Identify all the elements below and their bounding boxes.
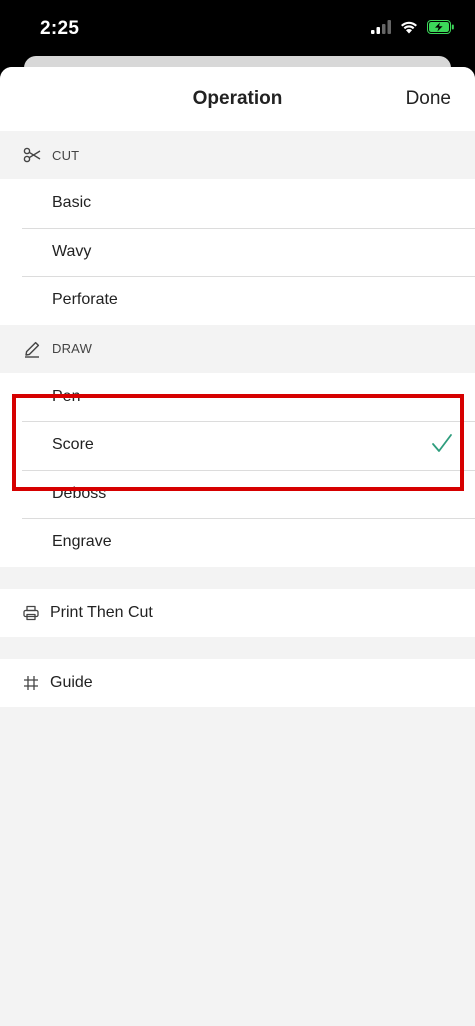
guide-option[interactable]: Guide xyxy=(0,658,475,707)
draw-options-list: Pen Score Deboss Engrave xyxy=(0,372,475,567)
status-icons xyxy=(371,20,455,39)
section-spacer xyxy=(0,566,475,589)
option-label: Print Then Cut xyxy=(50,603,153,621)
option-label: Perforate xyxy=(52,291,118,309)
option-label: Deboss xyxy=(52,484,107,502)
section-header-label: CUT xyxy=(52,147,80,163)
page-title: Operation xyxy=(192,88,283,109)
grid-hash-icon xyxy=(22,674,40,692)
section-header-draw: DRAW xyxy=(0,324,475,373)
scissors-icon xyxy=(22,145,42,165)
checkmark-icon xyxy=(431,433,453,460)
operation-sheet: Operation Done CUT Basic Wavy Perforate xyxy=(0,67,475,1026)
done-button[interactable]: Done xyxy=(406,88,451,110)
option-label: Engrave xyxy=(52,533,112,551)
cut-option-perforate[interactable]: Perforate xyxy=(0,276,475,325)
navigation-bar: Operation Done xyxy=(0,67,475,131)
option-label: Score xyxy=(52,436,94,454)
signal-icon xyxy=(371,20,391,39)
option-label: Wavy xyxy=(52,242,92,260)
battery-charging-icon xyxy=(427,20,455,39)
cut-option-wavy[interactable]: Wavy xyxy=(0,227,475,277)
status-bar: 2:25 xyxy=(0,0,475,60)
draw-option-pen[interactable]: Pen xyxy=(0,373,475,422)
draw-option-deboss[interactable]: Deboss xyxy=(0,469,475,519)
pen-icon xyxy=(22,339,42,359)
section-header-label: DRAW xyxy=(52,341,93,356)
status-time: 2:25 xyxy=(40,18,80,39)
option-label: Pen xyxy=(52,387,81,405)
draw-option-engrave[interactable]: Engrave xyxy=(0,518,475,567)
wifi-icon xyxy=(399,20,419,39)
cut-options-list: Basic Wavy Perforate xyxy=(0,179,475,325)
section-header-cut: CUT xyxy=(0,131,475,179)
cut-option-basic[interactable]: Basic xyxy=(0,179,475,228)
print-then-cut-option[interactable]: Print Then Cut xyxy=(0,588,475,637)
option-label: Basic xyxy=(52,194,92,212)
printer-icon xyxy=(22,604,40,622)
option-label: Guide xyxy=(50,673,93,691)
draw-option-score[interactable]: Score xyxy=(0,421,475,470)
section-spacer xyxy=(0,636,475,659)
